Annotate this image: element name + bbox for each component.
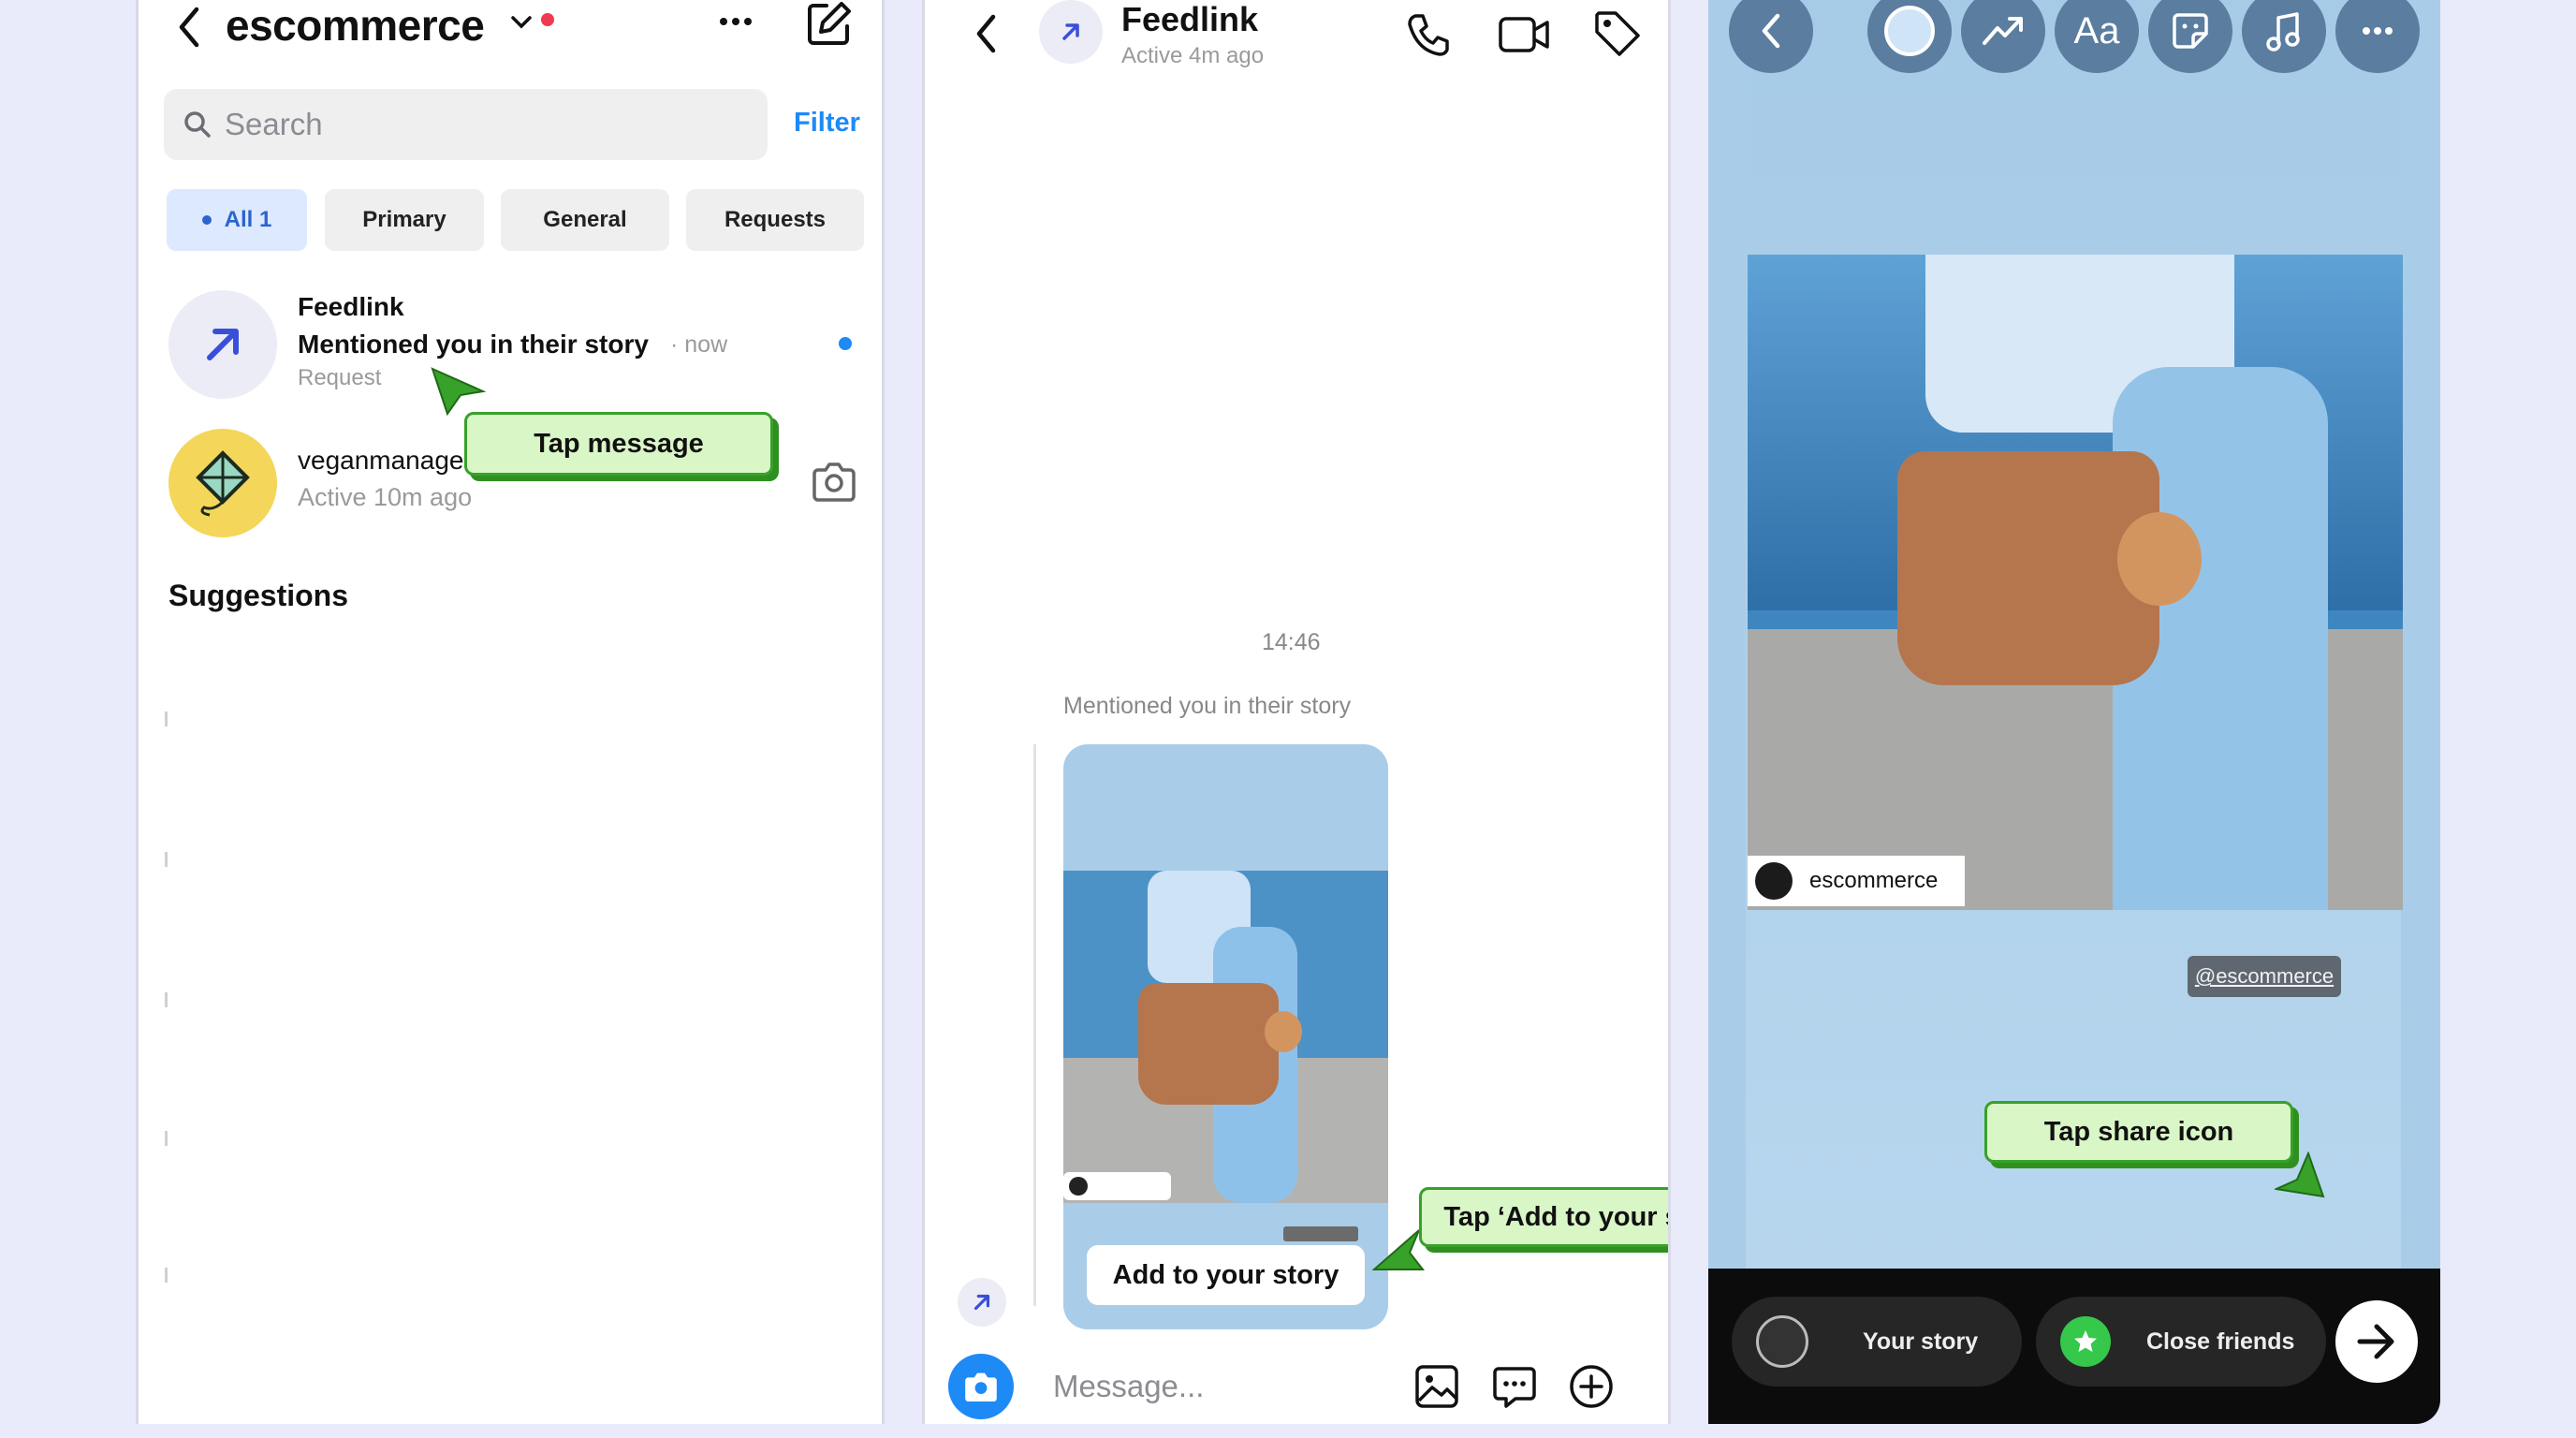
close-friends-label: Close friends bbox=[2146, 1328, 2295, 1355]
trend-icon bbox=[1982, 15, 2025, 47]
message-bar: Message... bbox=[948, 1354, 1650, 1419]
compose-icon[interactable] bbox=[806, 0, 853, 47]
share-button[interactable] bbox=[2335, 1300, 2418, 1383]
close-friends-button[interactable]: Close friends bbox=[2036, 1297, 2326, 1387]
conversation-name: Feedlink bbox=[298, 292, 404, 321]
story-photo bbox=[1748, 255, 2403, 910]
bag-shape bbox=[1138, 983, 1279, 1105]
back-icon[interactable] bbox=[972, 13, 1000, 54]
star-icon bbox=[2060, 1316, 2111, 1367]
story-preview-card[interactable]: Add to your story bbox=[1063, 744, 1388, 1329]
your-story-button[interactable]: Your story bbox=[1732, 1297, 2022, 1387]
phone-icon[interactable] bbox=[1404, 11, 1451, 58]
pointer-arrow-icon bbox=[2275, 1152, 2327, 1200]
inbox-panel: escommerce Search Filter All 1 Primary G… bbox=[136, 0, 885, 1424]
camera-icon[interactable] bbox=[811, 461, 857, 502]
reply-line bbox=[1033, 744, 1036, 1306]
mention-sticker bbox=[1283, 1226, 1358, 1241]
pompom-shape bbox=[2117, 512, 2202, 606]
sender-avatar bbox=[958, 1278, 1006, 1327]
account-title[interactable]: escommerce bbox=[226, 0, 485, 51]
tap-share-icon-callout: Tap share icon bbox=[1984, 1101, 2293, 1163]
conversation-status: Active 10m ago bbox=[298, 483, 473, 511]
message-input[interactable]: Message... bbox=[1053, 1369, 1204, 1404]
chat-panel: Feedlink Active 4m ago 14:46 Mentioned y… bbox=[922, 0, 1671, 1424]
video-call-icon[interactable] bbox=[1498, 11, 1550, 58]
suggestions-heading: Suggestions bbox=[168, 579, 349, 612]
account-tag-label: escommerce bbox=[1809, 868, 1939, 893]
conversation-time: · now bbox=[670, 331, 728, 358]
chip-general[interactable]: General bbox=[501, 189, 669, 251]
conversation-name: veganmanage bbox=[298, 446, 464, 475]
sticker-icon bbox=[2169, 9, 2212, 52]
conversation-message: Mentioned you in their story bbox=[298, 330, 649, 359]
story-photo bbox=[1063, 871, 1388, 1203]
account-tag[interactable]: escommerce bbox=[1748, 856, 1965, 906]
account-logo-icon bbox=[1755, 862, 1793, 900]
account-logo-icon bbox=[1069, 1177, 1088, 1196]
chevron-left-icon bbox=[1757, 12, 1785, 50]
camera-button[interactable] bbox=[948, 1354, 1014, 1419]
arrow-right-icon bbox=[2356, 1323, 2397, 1360]
chip-requests[interactable]: Requests bbox=[686, 189, 864, 251]
avatar bbox=[168, 429, 277, 537]
chevron-down-icon[interactable] bbox=[510, 13, 533, 32]
account-logo-icon bbox=[1756, 1315, 1808, 1368]
pointer-arrow-icon bbox=[1372, 1226, 1425, 1275]
contact-name[interactable]: Feedlink bbox=[1121, 0, 1258, 39]
feedlink-logo-icon bbox=[971, 1291, 993, 1313]
search-icon bbox=[183, 110, 212, 139]
more-options-icon bbox=[2362, 26, 2393, 36]
scroll-tick bbox=[165, 712, 168, 726]
pointer-arrow-icon bbox=[431, 367, 487, 416]
account-tag bbox=[1063, 1172, 1171, 1200]
feedlink-logo-icon bbox=[1059, 20, 1083, 44]
chip-label: All 1 bbox=[224, 207, 272, 232]
scroll-tick bbox=[165, 1268, 168, 1283]
contact-status: Active 4m ago bbox=[1121, 43, 1265, 68]
conversation-feedlink[interactable]: Feedlink Mentioned you in their story · … bbox=[139, 281, 878, 403]
scroll-tick bbox=[165, 992, 168, 1007]
notification-dot bbox=[541, 13, 554, 26]
search-placeholder: Search bbox=[225, 107, 323, 141]
tap-add-to-story-callout: Tap ‘Add to your story’ bbox=[1419, 1187, 1668, 1247]
gallery-icon[interactable] bbox=[1413, 1363, 1460, 1410]
message-timestamp: 14:46 bbox=[1262, 629, 1321, 655]
mention-note: Mentioned you in their story bbox=[1063, 693, 1352, 719]
chip-all[interactable]: All 1 bbox=[167, 189, 307, 251]
more-options-icon[interactable] bbox=[719, 17, 753, 26]
mention-sticker[interactable]: @escommerce bbox=[2188, 956, 2341, 997]
scroll-tick bbox=[165, 852, 168, 867]
tag-icon[interactable] bbox=[1593, 9, 1642, 58]
add-to-your-story-button[interactable]: Add to your story bbox=[1087, 1245, 1365, 1305]
scroll-tick bbox=[165, 1131, 168, 1146]
unread-dot bbox=[839, 337, 852, 350]
camera-icon bbox=[962, 1370, 1000, 1403]
request-label: Request bbox=[298, 365, 382, 390]
filter-button[interactable]: Filter bbox=[794, 108, 860, 139]
music-note-icon bbox=[2265, 10, 2303, 51]
tap-message-callout: Tap message bbox=[464, 412, 773, 476]
avatar bbox=[168, 290, 277, 399]
color-swatch bbox=[1884, 6, 1935, 56]
contact-avatar[interactable] bbox=[1039, 0, 1103, 64]
chip-primary[interactable]: Primary bbox=[325, 189, 484, 251]
back-icon[interactable] bbox=[174, 6, 204, 49]
sticker-chat-icon[interactable] bbox=[1491, 1363, 1538, 1410]
add-circle-icon[interactable] bbox=[1568, 1363, 1615, 1410]
your-story-label: Your story bbox=[1863, 1328, 1979, 1355]
search-input[interactable]: Search bbox=[164, 89, 768, 160]
feedlink-logo-icon bbox=[198, 320, 247, 369]
active-dot bbox=[201, 215, 212, 225]
story-editor-panel: Aa escommerce @escommerce Tap share icon… bbox=[1708, 0, 2440, 1424]
pompom-shape bbox=[1265, 1011, 1302, 1052]
kite-logo-icon bbox=[191, 449, 255, 517]
